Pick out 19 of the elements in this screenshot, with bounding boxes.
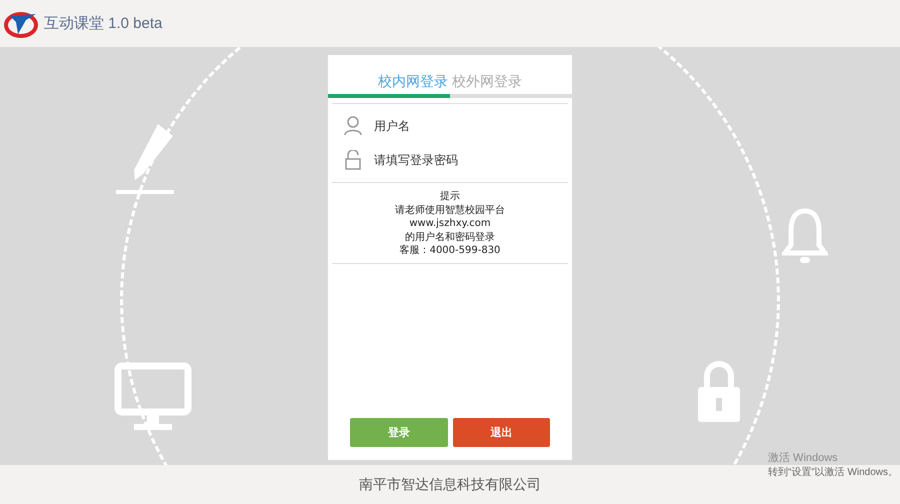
- hint-text: 请老师使用智慧校园平台: [395, 204, 505, 217]
- logo-icon: [4, 10, 38, 38]
- app-title: 互动课堂 1.0 beta: [44, 14, 162, 33]
- bell-icon: [782, 207, 828, 265]
- hint-text: 客服：4000-599-830: [400, 244, 500, 258]
- monitor-icon: [114, 362, 192, 432]
- login-tab[interactable]: 校外网登录: [450, 73, 572, 98]
- login-tab[interactable]: 校内网登录: [328, 73, 450, 98]
- user-icon: [344, 116, 362, 136]
- hint-text: 提示: [440, 190, 460, 204]
- activation-title: 激活 Windows: [768, 451, 839, 465]
- login-button[interactable]: 登录: [350, 418, 448, 447]
- unlocked-padlock-icon: [344, 150, 362, 170]
- activation-text: 转到“设置”以激活 Windows。: [768, 466, 898, 479]
- hint-text: 的用户名和密码登录: [405, 230, 495, 244]
- exit-button[interactable]: 退出: [452, 418, 550, 447]
- padlock-icon: [696, 360, 742, 424]
- company-name: 南平市智达信息科技有限公司: [359, 476, 541, 494]
- hint-text: www.jszhxy.com: [409, 217, 491, 230]
